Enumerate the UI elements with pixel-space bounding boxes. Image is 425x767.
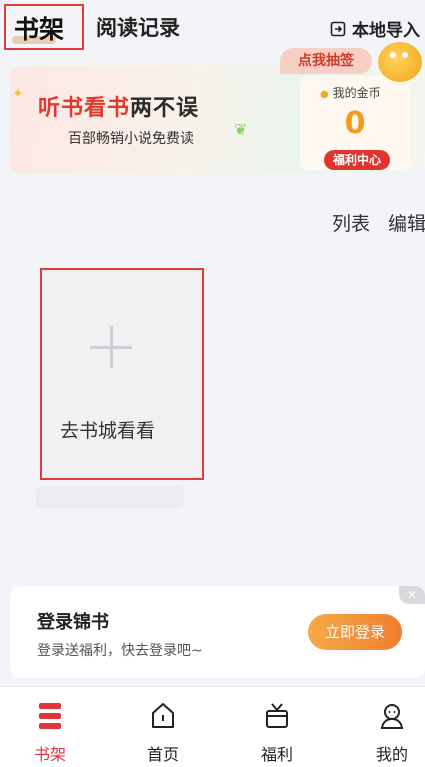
- nav-item-home[interactable]: 首页: [123, 687, 203, 767]
- nav-label-home: 首页: [146, 745, 179, 764]
- tab-bookshelf[interactable]: 书架: [4, 4, 84, 50]
- card-shadow: [36, 486, 184, 508]
- banner-headline-part2: 两不误: [130, 96, 200, 121]
- tab-bookshelf-label: 书架: [14, 15, 65, 44]
- shelf-actions: 列表 编辑: [332, 209, 425, 236]
- gift-icon: [266, 703, 288, 728]
- close-icon[interactable]: ✕: [399, 586, 425, 604]
- nav-label-welfare: 福利: [260, 745, 293, 764]
- local-import-label: 本地导入: [352, 21, 420, 41]
- profile-icon: [380, 704, 404, 729]
- nav-item-bookshelf[interactable]: 书架: [10, 687, 90, 767]
- import-icon: [330, 21, 346, 36]
- bottom-navigation: 书架 首页 福利 我的: [0, 686, 425, 767]
- sparkle-icon: ✦: [12, 86, 24, 102]
- login-prompt-card: 登录锦书 登录送福利，快去登录吧~ 立即登录 ✕: [10, 586, 425, 678]
- login-prompt-title: 登录锦书: [37, 612, 109, 633]
- leaf-icon: ❦: [234, 120, 248, 139]
- go-bookstore-card[interactable]: 去书城看看: [40, 268, 204, 480]
- promo-banner[interactable]: ✦ 听书看书两不误 百部畅销小说免费读 ❦ ● 我的金币 0 福利中心: [10, 66, 425, 174]
- edit-button[interactable]: 编辑: [388, 213, 425, 235]
- banner-subtitle: 百部畅销小说免费读: [68, 131, 194, 147]
- banner-headline-part1: 听书看书: [38, 96, 131, 121]
- coin-card[interactable]: ● 我的金币 0 福利中心: [300, 76, 410, 170]
- coin-icon: ●: [320, 89, 329, 100]
- login-prompt-description: 登录送福利，快去登录吧~: [37, 643, 203, 659]
- nav-label-bookshelf: 书架: [33, 745, 66, 764]
- nav-item-welfare[interactable]: 福利: [237, 687, 317, 767]
- local-import-button[interactable]: 本地导入: [330, 16, 420, 41]
- welfare-center-button[interactable]: 福利中心: [324, 150, 390, 170]
- home-icon: [152, 703, 174, 728]
- login-now-button[interactable]: 立即登录: [308, 614, 402, 650]
- mascot-eye: [402, 52, 408, 58]
- mascot-icon[interactable]: [378, 42, 422, 82]
- plus-icon-vertical: [110, 326, 113, 368]
- nav-item-mine[interactable]: 我的: [352, 687, 425, 767]
- coin-label-text: 我的金币: [332, 86, 381, 100]
- mascot-eye: [390, 52, 396, 58]
- list-view-button[interactable]: 列表: [332, 213, 370, 235]
- coin-value: 0: [344, 106, 366, 141]
- bookshelf-icon: [39, 703, 61, 729]
- tab-reading-history[interactable]: 阅读记录: [96, 12, 180, 42]
- nav-label-mine: 我的: [375, 745, 408, 764]
- go-bookstore-label: 去书城看看: [60, 420, 156, 442]
- banner-headline: 听书看书两不误: [38, 90, 199, 122]
- coin-label: ● 我的金币: [320, 84, 381, 101]
- lottery-badge[interactable]: 点我抽签: [280, 48, 372, 74]
